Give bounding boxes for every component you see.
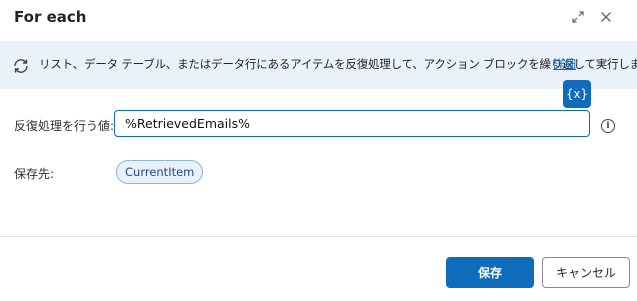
store-into-label: 保存先: — [14, 167, 55, 181]
dialog-titlebar: For each — [0, 0, 637, 40]
save-button[interactable]: 保存 — [446, 257, 534, 288]
banner-description: リスト、データ テーブル、またはデータ行にあるアイテムを反復処理して、アクション… — [39, 57, 637, 71]
dialog-title: For each — [14, 8, 87, 26]
iterate-value-input[interactable] — [114, 110, 590, 137]
cancel-button[interactable]: キャンセル — [542, 257, 630, 288]
info-banner: リスト、データ テーブル、またはデータ行にあるアイテムを反復処理して、アクション… — [0, 41, 637, 89]
learn-more-link[interactable]: 詳細 — [553, 56, 576, 72]
footer-divider — [0, 236, 637, 237]
for-each-dialog: For each リスト、データ テーブル、またはデータ行にあるアイテムを反復処… — [0, 0, 637, 301]
iterate-value-label: 反復処理を行う値: — [14, 119, 115, 133]
info-icon[interactable]: i — [601, 119, 615, 133]
current-item-variable-chip[interactable]: CurrentItem — [116, 160, 204, 184]
insert-variable-button[interactable]: {x} — [563, 80, 591, 108]
loop-icon — [14, 59, 28, 73]
expand-icon[interactable] — [569, 8, 587, 26]
close-icon[interactable] — [597, 8, 615, 26]
